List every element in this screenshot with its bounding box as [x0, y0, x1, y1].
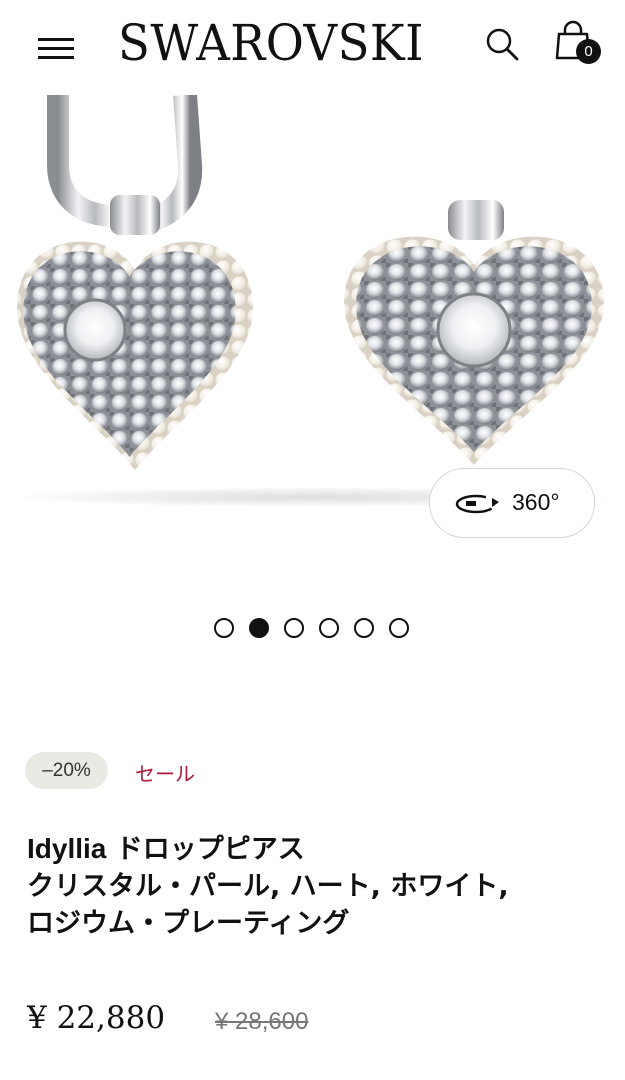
carousel-dot-4[interactable] [319, 618, 339, 638]
carousel-dot-6[interactable] [389, 618, 409, 638]
discount-badge: –20% [25, 752, 108, 789]
product-title-line-3: ロジウム・プレーティング [27, 908, 350, 939]
view-360-label: 360° [512, 489, 560, 515]
carousel-dot-5[interactable] [354, 618, 374, 638]
cart-count-badge: 0 [576, 39, 601, 64]
product-title: Idyllia ドロップピアス クリスタル・パール, ハート, ホワイト, ロジ… [27, 830, 607, 942]
carousel-dot-1[interactable] [214, 618, 234, 638]
view-360-button[interactable]: 360° [429, 468, 595, 538]
right-earring [344, 95, 604, 465]
product-brand: Idyllia [27, 833, 107, 864]
sale-label: セール [135, 762, 195, 786]
product-title-line-2: クリスタル・パール, ハート, ホワイト, [27, 871, 509, 902]
carousel-pagination [214, 618, 414, 638]
carousel-dot-3[interactable] [284, 618, 304, 638]
cart-button[interactable]: 0 [553, 20, 605, 70]
search-icon[interactable] [482, 24, 522, 64]
left-earring [16, 95, 254, 470]
product-type: ドロップピアス [106, 834, 305, 865]
hamburger-menu-icon[interactable] [36, 30, 76, 64]
sale-price: ¥ 22,880 [27, 1000, 166, 1036]
rotate-360-icon [455, 494, 499, 514]
carousel-dot-2[interactable] [249, 618, 269, 638]
original-price: ¥ 28,600 [215, 1008, 309, 1035]
product-title-line-1: Idyllia ドロップピアス [27, 830, 607, 868]
site-header: SWAROVSKI 0 [0, 0, 625, 95]
brand-logo[interactable]: SWAROVSKI [118, 14, 424, 72]
